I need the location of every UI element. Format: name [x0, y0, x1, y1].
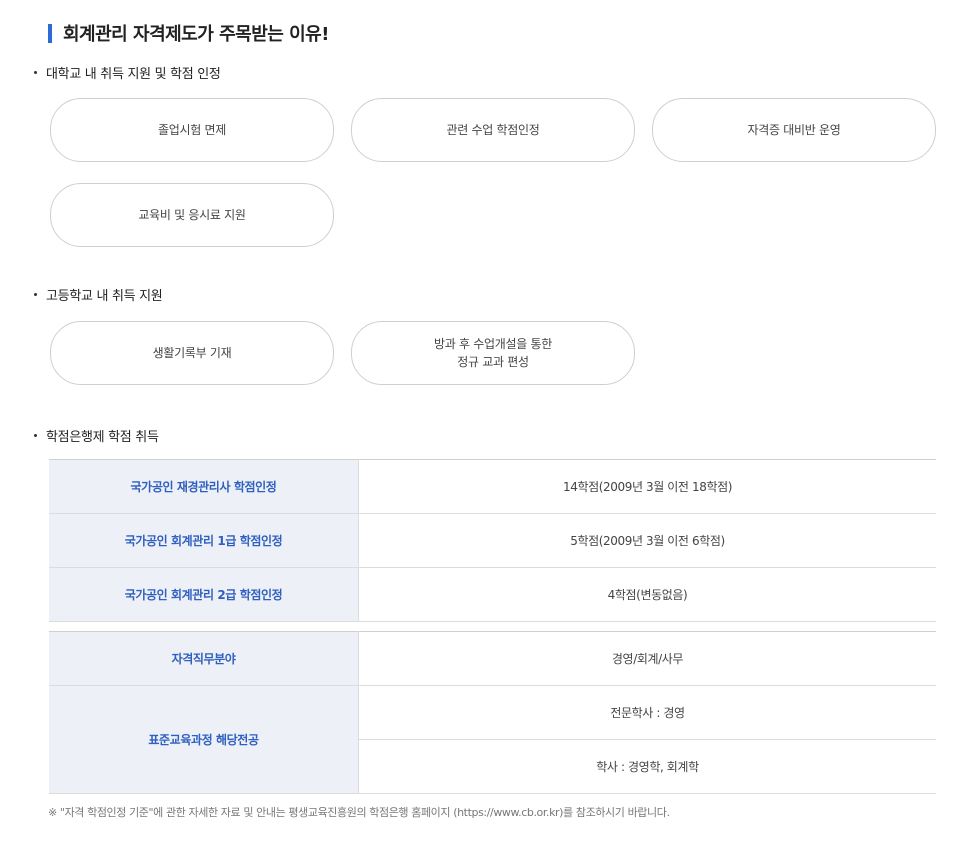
bullet-icon — [34, 434, 37, 437]
credit-row-value: 5학점(2009년 3월 이전 6학점) — [358, 513, 936, 568]
subhead-creditbank: 학점은행제 학점 취득 — [34, 426, 159, 445]
bullet-icon — [34, 293, 37, 296]
pill-exam-exemption: 졸업시험 면제 — [50, 98, 334, 162]
credit-row-value: 14학점(2009년 3월 이전 18학점) — [358, 459, 936, 514]
title-text: 회계관리 자격제도가 주목받는 이유! — [63, 24, 329, 45]
credit-table: 국가공인 재경관리사 학점인정 14학점(2009년 3월 이전 18학점) 국… — [49, 459, 936, 622]
pill-after-school-line2: 정규 교과 편성 — [457, 355, 529, 369]
job-field-value: 경영/회계/사무 — [358, 631, 936, 686]
pill-school-record: 생활기록부 기재 — [50, 321, 334, 385]
pill-course-credit: 관련 수업 학점인정 — [351, 98, 635, 162]
major-value-bachelor: 학사 : 경영학, 회계학 — [358, 739, 936, 794]
major-value-associate: 전문학사 : 경영 — [358, 685, 936, 740]
section-title: 회계관리 자격제도가 주목받는 이유! — [48, 21, 329, 45]
pill-after-school-line1: 방과 후 수업개설을 통한 — [434, 337, 552, 351]
major-label: 표준교육과정 해당전공 — [49, 685, 359, 794]
pill-after-school: 방과 후 수업개설을 통한 정규 교과 편성 — [351, 321, 635, 385]
table-row: 표준교육과정 해당전공 전문학사 : 경영 — [49, 685, 936, 794]
table-row: 국가공인 회계관리 1급 학점인정 5학점(2009년 3월 이전 6학점) — [49, 513, 936, 568]
footnote: ※ "자격 학점인정 기준"에 관한 자세한 자료 및 안내는 평생교육진흥원의… — [48, 806, 670, 819]
title-accent-bar — [48, 23, 52, 43]
credit-row-label: 국가공인 회계관리 2급 학점인정 — [49, 567, 359, 622]
table-row: 국가공인 회계관리 2급 학점인정 4학점(변동없음) — [49, 567, 936, 622]
pill-fee-support: 교육비 및 응시료 지원 — [50, 183, 334, 247]
subhead-highschool-label: 고등학교 내 취득 지원 — [46, 289, 163, 304]
credit-row-label: 국가공인 회계관리 1급 학점인정 — [49, 513, 359, 568]
pill-prep-class: 자격증 대비반 운영 — [652, 98, 936, 162]
subhead-creditbank-label: 학점은행제 학점 취득 — [46, 430, 159, 445]
table-row: 자격직무분야 경영/회계/사무 — [49, 631, 936, 686]
subhead-highschool: 고등학교 내 취득 지원 — [34, 285, 163, 304]
credit-row-label: 국가공인 재경관리사 학점인정 — [49, 459, 359, 514]
subhead-university: 대학교 내 취득 지원 및 학점 인정 — [34, 63, 221, 82]
table-row: 국가공인 재경관리사 학점인정 14학점(2009년 3월 이전 18학점) — [49, 459, 936, 514]
subhead-university-label: 대학교 내 취득 지원 및 학점 인정 — [46, 67, 221, 82]
credit-row-value: 4학점(변동없음) — [358, 567, 936, 622]
bullet-icon — [34, 71, 37, 74]
field-table: 자격직무분야 경영/회계/사무 표준교육과정 해당전공 전문학사 : 경영 학사… — [49, 631, 936, 794]
job-field-label: 자격직무분야 — [49, 631, 359, 686]
